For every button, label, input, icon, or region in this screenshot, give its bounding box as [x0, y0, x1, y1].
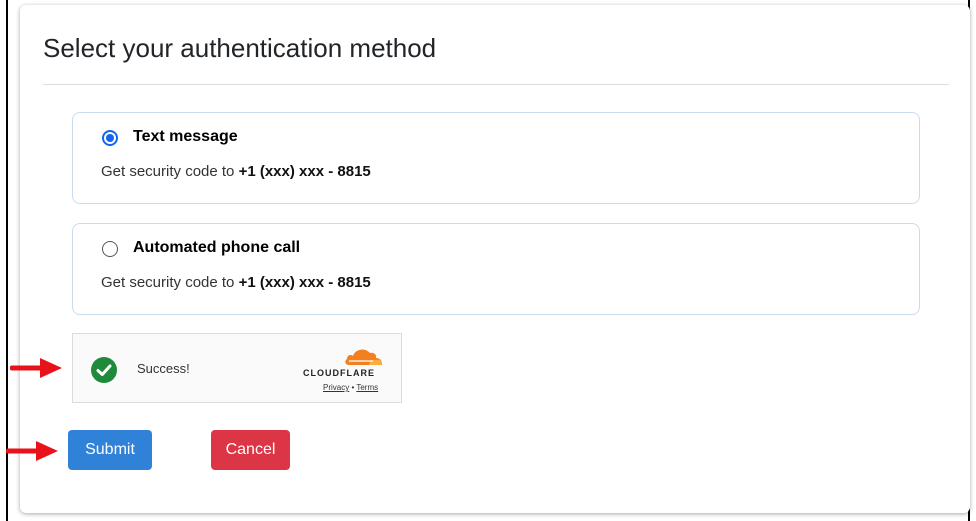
option-label-text-message: Text message	[133, 128, 238, 145]
option-phone-call[interactable]: Automated phone call Get security code t…	[72, 223, 920, 315]
option-phone-number: +1 (xxx) xxx - 8815	[238, 274, 371, 291]
option-label-phone-call: Automated phone call	[133, 239, 301, 256]
radio-phone-call[interactable]	[102, 241, 118, 257]
option-desc-phone-call: Get security code to +1 (xxx) xxx - 8815	[101, 274, 371, 291]
cancel-button[interactable]: Cancel	[211, 430, 290, 470]
captcha-links: Privacy • Terms	[323, 383, 378, 392]
links-separator: •	[351, 383, 355, 392]
page-title: Select your authentication method	[43, 33, 437, 63]
terms-link[interactable]: Terms	[356, 383, 378, 392]
privacy-link[interactable]: Privacy	[323, 383, 349, 392]
cloudflare-cloud-icon	[345, 349, 383, 365]
check-circle-icon	[91, 357, 117, 383]
cloudflare-captcha-widget[interactable]: Success! CLOUDFLARE Privacy • Terms	[72, 333, 402, 403]
option-desc-prefix: Get security code to	[101, 274, 239, 291]
red-arrow-right-icon	[10, 358, 62, 378]
submit-button[interactable]: Submit	[68, 430, 152, 470]
red-arrow-right-icon	[6, 441, 58, 461]
radio-text-message[interactable]	[102, 130, 118, 146]
captcha-status-text: Success!	[137, 361, 190, 376]
cloudflare-wordmark: CLOUDFLARE	[303, 368, 375, 378]
option-desc-text-message: Get security code to +1 (xxx) xxx - 8815	[101, 163, 371, 180]
option-desc-prefix: Get security code to	[101, 163, 239, 180]
option-text-message[interactable]: Text message Get security code to +1 (xx…	[72, 112, 920, 204]
title-divider	[43, 84, 949, 85]
option-phone-number: +1 (xxx) xxx - 8815	[238, 163, 371, 180]
